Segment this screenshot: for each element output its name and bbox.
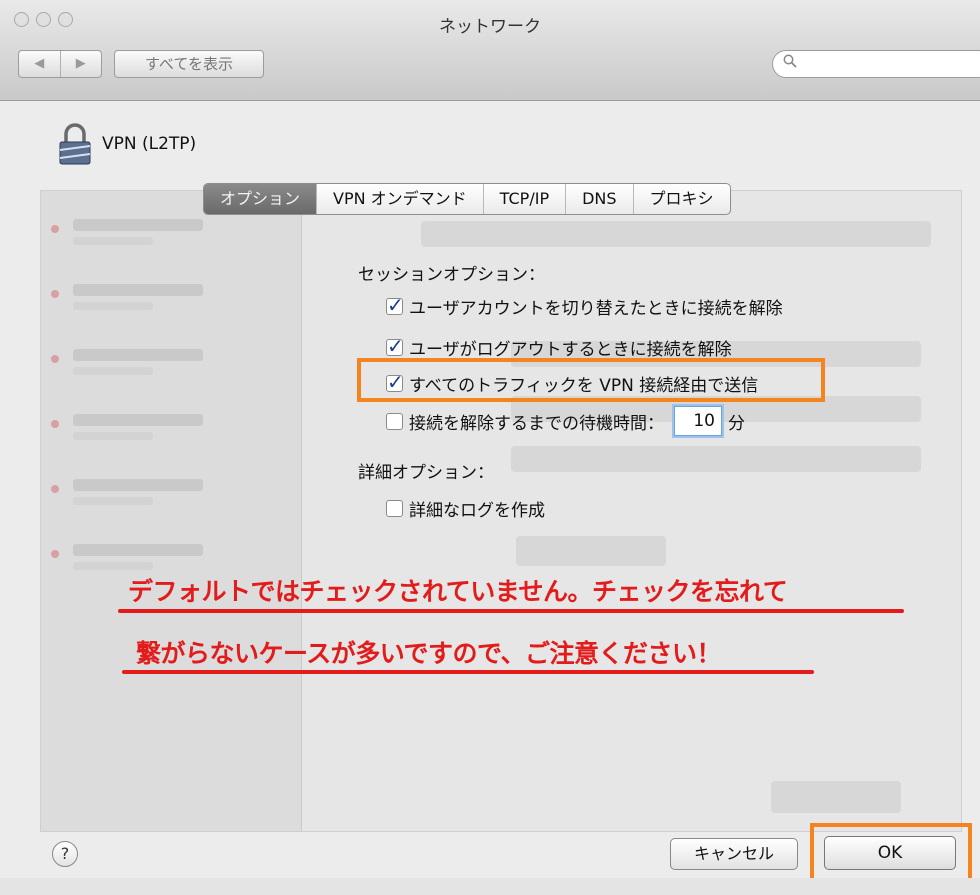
option-label: ユーザがログアウトするときに接続を解除 bbox=[409, 340, 732, 360]
checkbox[interactable]: ✓ bbox=[386, 334, 404, 358]
search-field[interactable] bbox=[772, 50, 980, 78]
option-label: 詳細なログを作成 bbox=[409, 501, 545, 521]
idle-minutes-unit: 分 bbox=[728, 413, 745, 434]
checkbox[interactable] bbox=[386, 500, 403, 517]
option-disconnect-on-logout[interactable]: ✓ ユーザがログアウトするときに接続を解除 bbox=[386, 334, 732, 360]
checkbox[interactable]: ✓ bbox=[386, 293, 404, 317]
tab-options[interactable]: オプション bbox=[204, 184, 318, 214]
back-button[interactable]: ◀ bbox=[19, 51, 61, 77]
service-name: VPN (L2TP) bbox=[102, 134, 197, 154]
help-button[interactable]: ? bbox=[52, 841, 78, 867]
checkmark-icon: ✓ bbox=[387, 293, 404, 317]
tab-proxy[interactable]: プロキシ bbox=[634, 184, 730, 214]
highlight-box-send-all-traffic bbox=[357, 358, 825, 402]
advanced-options-heading: 詳細オプション： bbox=[358, 463, 494, 483]
checkbox[interactable] bbox=[386, 412, 403, 430]
tab-dns[interactable]: DNS bbox=[566, 184, 634, 214]
annotation-underline-2 bbox=[122, 670, 814, 674]
option-disconnect-idle[interactable]: 接続を解除するまでの待機時間： 10 分 bbox=[386, 406, 745, 436]
search-icon bbox=[783, 54, 797, 72]
tab-vpn-on-demand[interactable]: VPN オンデマンド bbox=[317, 184, 484, 214]
option-verbose-logging[interactable]: 詳細なログを作成 bbox=[386, 496, 545, 521]
annotation-underline-1 bbox=[118, 609, 904, 613]
cancel-button[interactable]: キャンセル bbox=[670, 838, 798, 870]
checkmark-icon: ✓ bbox=[387, 334, 404, 358]
option-label: ユーザアカウントを切り替えたときに接続を解除 bbox=[409, 299, 783, 319]
nav-back-forward[interactable]: ◀ ▶ bbox=[18, 50, 102, 78]
tab-tcp-ip[interactable]: TCP/IP bbox=[484, 184, 567, 214]
settings-tab-bar: オプション VPN オンデマンド TCP/IP DNS プロキシ bbox=[203, 183, 731, 215]
idle-minutes-input[interactable]: 10 bbox=[674, 406, 722, 436]
option-disconnect-on-switch-user[interactable]: ✓ ユーザアカウントを切り替えたときに接続を解除 bbox=[386, 293, 783, 319]
annotation-line-2: 繋がらないケースが多いですので、ご注意ください！ bbox=[136, 639, 722, 668]
window-bottom-strip bbox=[0, 878, 980, 895]
forward-button[interactable]: ▶ bbox=[61, 51, 102, 77]
vpn-service-header: VPN (L2TP) bbox=[58, 122, 196, 166]
title-bar: ネットワーク ◀ ▶ すべてを表示 bbox=[0, 0, 980, 101]
show-all-button[interactable]: すべてを表示 bbox=[114, 50, 264, 78]
annotation-line-1: デフォルトではチェックされていません。チェックを忘れて bbox=[128, 577, 788, 606]
window-title: ネットワーク bbox=[439, 17, 541, 37]
option-label: 接続を解除するまでの待機時間： bbox=[409, 413, 664, 434]
service-list-background bbox=[41, 191, 302, 831]
lock-icon bbox=[59, 123, 91, 165]
session-options-heading: セッションオプション： bbox=[358, 265, 545, 285]
